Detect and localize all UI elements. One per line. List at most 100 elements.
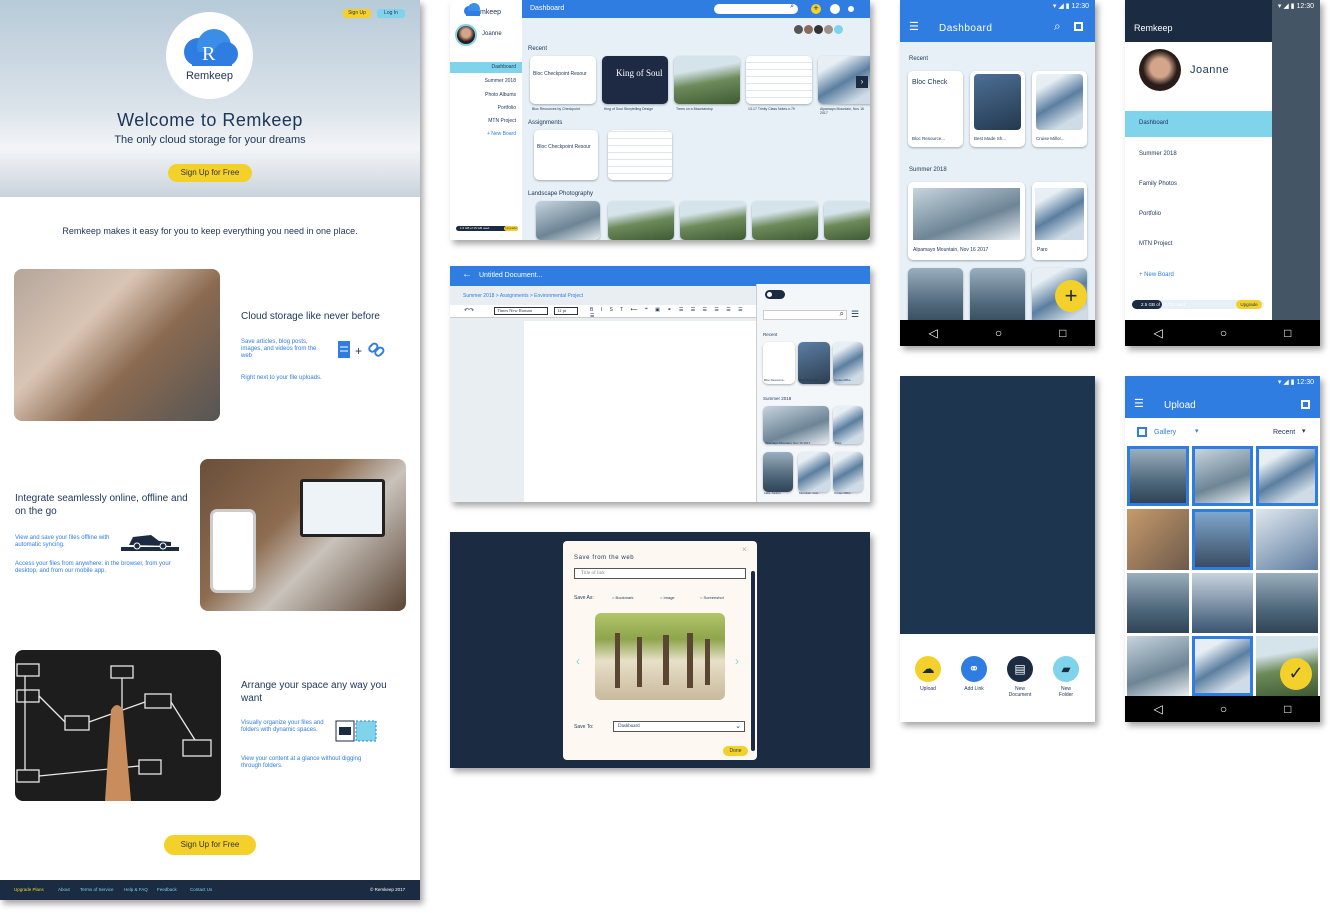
mobile-summer-card[interactable]: Paro [1032, 182, 1087, 260]
grid-photo[interactable] [1191, 509, 1254, 570]
close-icon[interactable]: × [742, 545, 747, 554]
back-nav-icon[interactable]: ◁ [1154, 326, 1163, 340]
footer-link-terms[interactable]: Terms of Service [80, 887, 114, 892]
drawer-item-new-board[interactable]: + New Board [1139, 272, 1174, 278]
drawer-upgrade-button[interactable]: Upgrade [1236, 300, 1262, 309]
view-grid-icon[interactable] [1301, 400, 1310, 409]
avatar[interactable] [1139, 49, 1181, 91]
landscape-card[interactable] [536, 201, 600, 240]
format-icons[interactable]: B I S T ⟵ ❝ ▣ ⚭ ☰ ☰ ☰ ☰ ☰ ☰ ☰ [590, 307, 756, 319]
radio-bookmark[interactable]: ○ Bookmark [612, 595, 634, 600]
landscape-card[interactable] [824, 201, 870, 240]
size-select[interactable]: 12 pt [554, 307, 578, 315]
bottom-signup-button[interactable]: Sign Up for Free [164, 835, 256, 855]
recent-card[interactable] [674, 56, 740, 104]
signup-small-button[interactable]: Sign Up [343, 9, 371, 18]
mobile-summer-card[interactable]: Alpamayo Mountain, Nov 16 2017 [908, 182, 1025, 260]
drawer-item-dashboard[interactable]: Dashboard [1125, 111, 1272, 137]
link-title-input[interactable]: Title of link [574, 568, 746, 579]
upload-action[interactable]: ☁ Upload [912, 656, 944, 692]
back-nav-icon[interactable]: ◁ [929, 326, 938, 340]
panel-card[interactable] [833, 406, 863, 444]
chevron-right-icon[interactable]: › [856, 76, 868, 88]
grid-photo[interactable] [1127, 635, 1189, 696]
nav-item-dashboard[interactable]: Dashboard [450, 62, 522, 73]
drawer-item-portfolio[interactable]: Portfolio [1139, 211, 1161, 217]
panel-search-input[interactable]: ⌕ [763, 309, 847, 320]
grid-photo[interactable] [1127, 446, 1189, 507]
undo-icon[interactable]: ↶↷ [464, 307, 474, 314]
grid-photo[interactable] [1256, 509, 1318, 570]
recents-nav-icon[interactable]: □ [1284, 326, 1291, 340]
footer-link-about[interactable]: About [58, 887, 70, 892]
mobile-summer-card[interactable] [908, 268, 963, 328]
view-grid-icon[interactable] [1074, 22, 1083, 31]
grid-photo[interactable] [1127, 572, 1189, 633]
save-to-select[interactable]: Dashboard ⌄ [613, 721, 745, 732]
footer-link-upgrade[interactable]: Upgrade Plans [14, 887, 44, 892]
gallery-dropdown[interactable]: Gallery [1154, 429, 1176, 436]
chevron-left-icon[interactable]: ‹ [576, 654, 580, 668]
done-button[interactable]: Done [723, 746, 748, 756]
assignment-card[interactable] [608, 130, 672, 180]
panel-card[interactable] [763, 452, 793, 492]
back-arrow-icon[interactable]: ← [462, 269, 472, 280]
back-nav-icon[interactable]: ◁ [1154, 702, 1163, 716]
panel-card[interactable] [798, 452, 830, 492]
panel-card[interactable] [763, 406, 829, 444]
landscape-card[interactable] [752, 201, 818, 240]
grid-photo[interactable] [1191, 446, 1254, 507]
drawer-scrim[interactable] [1272, 0, 1320, 320]
add-link-action[interactable]: ⚭ Add Link [958, 656, 990, 692]
editor-breadcrumb[interactable]: Summer 2018 > Assignments > Environmenta… [463, 293, 583, 299]
add-icon[interactable]: + [811, 4, 821, 14]
fab-add-button[interactable]: + [1055, 280, 1087, 312]
search-icon[interactable]: ⌕ [1054, 19, 1061, 34]
radio-screenshot[interactable]: ○ Screenshot [700, 595, 724, 600]
menu-icon[interactable]: ☰ [851, 309, 859, 320]
nav-item-photo-albums[interactable]: Photo Albums [485, 92, 516, 98]
recents-nav-icon[interactable]: □ [1059, 326, 1066, 340]
footer-link-help[interactable]: Help & FAQ [124, 887, 148, 892]
grid-photo[interactable] [1191, 635, 1254, 696]
editor-page[interactable] [524, 321, 756, 502]
home-nav-icon[interactable]: ○ [1220, 326, 1227, 340]
upgrade-button[interactable]: Upgrade [504, 226, 518, 231]
nav-item-mtn[interactable]: MTN Project [488, 118, 516, 124]
hero-signup-button[interactable]: Sign Up for Free [168, 164, 252, 182]
new-document-action[interactable]: ▤ New Document [1004, 656, 1036, 698]
recents-nav-icon[interactable]: □ [1284, 702, 1291, 716]
drawer-item-summer[interactable]: Summer 2018 [1139, 151, 1177, 157]
drawer-item-family[interactable]: Family Photos [1139, 181, 1177, 187]
modal-scrollbar[interactable] [751, 571, 755, 751]
recent-card[interactable] [746, 56, 812, 104]
home-nav-icon[interactable]: ○ [995, 326, 1002, 340]
nav-item-portfolio[interactable]: Portfolio [498, 105, 516, 111]
chevron-down-icon[interactable]: ▾ [1302, 427, 1306, 435]
settings-icon[interactable] [848, 6, 854, 12]
panel-card[interactable] [833, 452, 863, 492]
landscape-card[interactable] [680, 201, 746, 240]
desktop-search-input[interactable]: ⌕ [714, 3, 798, 14]
footer-link-contact[interactable]: Contact Us [190, 887, 212, 892]
grid-photo[interactable] [1256, 446, 1318, 507]
chevron-down-icon[interactable]: ▾ [1195, 427, 1199, 435]
font-select[interactable]: Times New Roman [494, 307, 548, 315]
assignment-card[interactable]: Bloc Checkpoint Resour [534, 130, 598, 180]
grid-photo[interactable] [1127, 509, 1189, 570]
menu-icon[interactable]: ☰ [909, 20, 919, 33]
grid-photo[interactable] [1191, 572, 1254, 633]
recent-card[interactable]: Bloc Checkpoint Resour [530, 56, 596, 104]
footer-link-feedback[interactable]: Feedback [157, 887, 177, 892]
recent-card[interactable]: King of Soul [602, 56, 668, 104]
avatar[interactable] [455, 24, 477, 46]
chevron-right-icon[interactable]: › [735, 654, 739, 668]
radio-image[interactable]: ○ Image [660, 595, 675, 600]
grid-photo[interactable] [1256, 572, 1318, 633]
dimmed-background[interactable] [900, 376, 1095, 634]
nav-item-new-board[interactable]: + New Board [487, 131, 516, 137]
mobile-recent-card[interactable]: Bloc Check Bloc Resource... [908, 71, 963, 147]
home-nav-icon[interactable]: ○ [1220, 702, 1227, 716]
mobile-recent-card[interactable]: Cruise Millor... [1032, 71, 1087, 147]
menu-icon[interactable]: ☰ [1134, 397, 1144, 410]
